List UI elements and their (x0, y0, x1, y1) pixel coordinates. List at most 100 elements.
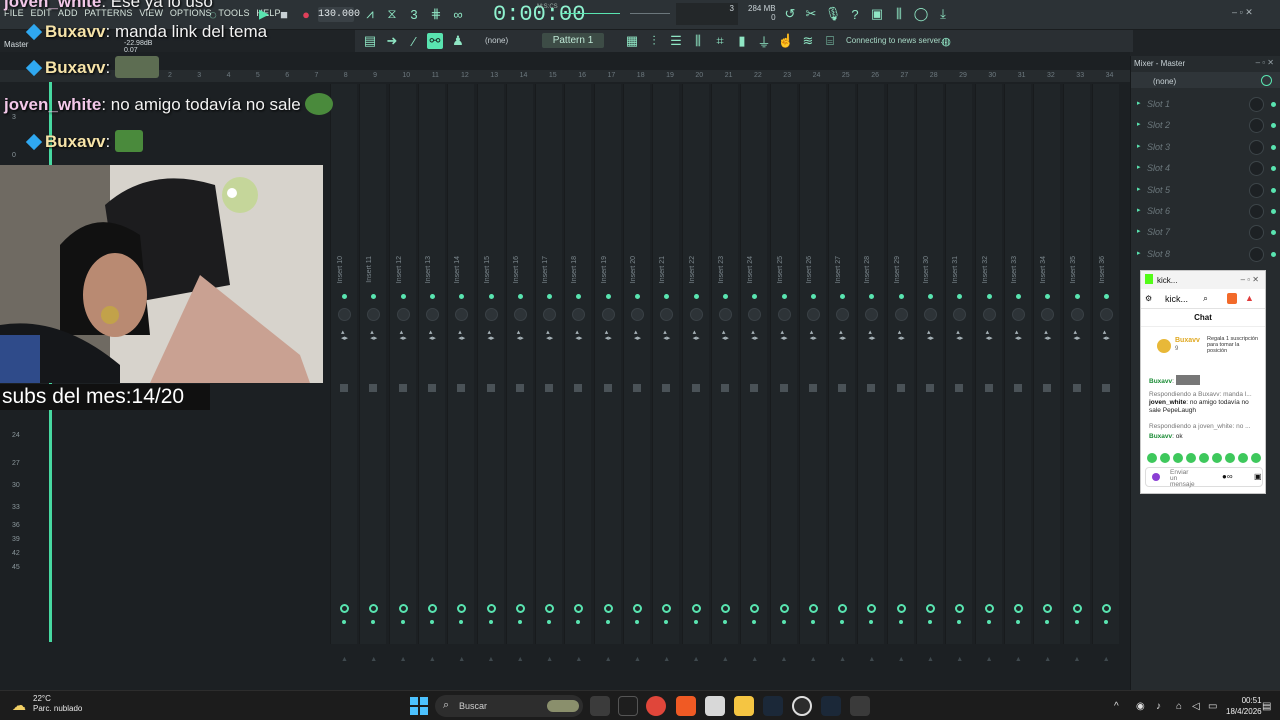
chrome-icon[interactable] (646, 696, 666, 716)
store-icon[interactable] (705, 696, 725, 716)
undo-icon[interactable]: ↺ (782, 6, 798, 22)
route-led[interactable] (342, 620, 346, 624)
route-led[interactable] (664, 620, 669, 624)
route-arrow-icon[interactable]: ▲ (781, 656, 788, 663)
mixer-insert-strip[interactable]: Insert 28 ▴ ◂▸ ▲ (857, 84, 885, 663)
slot-enable-led[interactable] (1271, 230, 1276, 236)
mixer-insert-strip[interactable]: Insert 14 ▴ ◂▸ ▲ (447, 84, 475, 663)
insert-enable-led[interactable] (517, 294, 523, 299)
route-knob[interactable] (691, 604, 701, 613)
insert-enable-led[interactable] (752, 294, 758, 299)
pan-knob[interactable] (367, 308, 381, 321)
insert-enable-led[interactable] (488, 294, 494, 299)
stereo-arrows-icon[interactable]: ▴ ◂▸ (458, 329, 465, 342)
insert-enable-led[interactable] (810, 294, 816, 299)
route-arrow-icon[interactable]: ▲ (663, 656, 670, 663)
epic-games-icon[interactable] (618, 696, 638, 716)
chat-icon[interactable]: ◯ (913, 6, 929, 22)
route-arrow-icon[interactable]: ▲ (1074, 656, 1081, 663)
stereo-arrows-icon[interactable]: ▴ ◂▸ (898, 329, 905, 342)
stereo-arrows-icon[interactable]: ▴ ◂▸ (868, 329, 875, 342)
insert-enable-led[interactable] (635, 294, 640, 299)
route-knob[interactable] (779, 604, 789, 613)
steam-icon[interactable] (821, 696, 841, 716)
insert-enable-led[interactable] (342, 294, 347, 299)
insert-enable-led[interactable] (898, 294, 904, 299)
slot-enable-led[interactable] (1271, 209, 1276, 214)
volume-fader[interactable] (574, 384, 583, 392)
route-led[interactable] (517, 620, 522, 624)
arrow-right-icon[interactable]: ➜ (384, 33, 400, 49)
volume-fader[interactable] (515, 384, 524, 392)
stereo-arrows-icon[interactable]: ▴ ◂▸ (605, 329, 612, 342)
stereo-arrows-icon[interactable]: ▴ ◂▸ (341, 329, 348, 342)
mixer-view-icon[interactable]: ⫼ (690, 33, 706, 49)
route-arrow-icon[interactable]: ▲ (634, 656, 641, 663)
insert-enable-led[interactable] (429, 294, 435, 299)
route-led[interactable] (840, 620, 845, 624)
route-knob[interactable] (838, 604, 848, 613)
file-explorer-icon[interactable] (734, 696, 754, 716)
weather-widget[interactable]: 22°C Parc. nublado (33, 694, 82, 714)
pan-knob[interactable] (924, 308, 937, 321)
volume-fader[interactable] (457, 384, 466, 392)
route-led[interactable] (898, 620, 903, 624)
brave-icon[interactable] (1227, 293, 1237, 304)
route-arrow-icon[interactable]: ▲ (1015, 656, 1022, 663)
pattern-selector[interactable]: Pattern 1 (542, 33, 604, 48)
mixer-insert-strip[interactable]: Insert 16 ▴ ◂▸ ▲ (505, 84, 533, 663)
route-led[interactable] (869, 620, 874, 624)
insert-enable-led[interactable] (869, 294, 875, 299)
emote-icon[interactable] (1147, 453, 1157, 463)
route-arrow-icon[interactable]: ▲ (517, 656, 524, 663)
weather-icon[interactable]: ☁ (12, 697, 26, 714)
pan-knob[interactable] (338, 308, 351, 321)
tempo-display[interactable]: 130.000 (318, 7, 360, 22)
piano-roll-icon[interactable]: ☰ (668, 33, 684, 49)
insert-enable-led[interactable] (693, 294, 699, 299)
slot-mix-knob[interactable] (1249, 139, 1264, 155)
pan-knob[interactable] (543, 308, 557, 321)
volume-fader[interactable] (750, 384, 759, 392)
mixer-insert-strip[interactable]: Insert 15 ▴ ◂▸ ▲ (476, 84, 504, 663)
route-arrow-icon[interactable]: ▲ (1044, 656, 1051, 663)
slot-enable-led[interactable] (1271, 187, 1276, 193)
route-arrow-icon[interactable]: ▲ (693, 656, 700, 663)
pan-knob[interactable] (660, 308, 674, 321)
mixer-insert-strip[interactable]: Insert 18 ▴ ◂▸ ▲ (564, 84, 592, 663)
route-knob[interactable] (808, 604, 818, 613)
record-icon[interactable]: ● (298, 6, 314, 22)
pan-knob[interactable] (806, 308, 820, 321)
slot-mix-knob[interactable] (1249, 161, 1264, 177)
emote-icon[interactable] (1212, 453, 1222, 463)
route-arrow-icon[interactable]: ▲ (839, 656, 846, 663)
slot-arrow-icon[interactable]: ▸ (1137, 227, 1141, 235)
pan-knob[interactable] (396, 308, 410, 321)
route-knob[interactable] (369, 604, 379, 613)
pan-knob[interactable] (631, 308, 644, 321)
route-led[interactable] (400, 620, 405, 624)
route-led[interactable] (547, 620, 552, 624)
kick-message-input[interactable]: Enviar un mensaje ●∞ ▣ (1145, 467, 1263, 488)
slot-arrow-icon[interactable]: ▸ (1137, 99, 1141, 107)
channel-rack-icon[interactable]: ⫶ (646, 33, 662, 49)
fx-slot[interactable]: ▸ Slot 3 (1131, 137, 1280, 157)
plug-icon[interactable]: ⏚ (756, 33, 772, 50)
piano-icon[interactable]: ▤ (362, 33, 378, 49)
volume-fader[interactable] (633, 384, 641, 392)
volume-fader[interactable] (720, 384, 729, 392)
windows-start-icon[interactable] (410, 697, 428, 715)
insert-enable-led[interactable] (1074, 294, 1080, 299)
route-led[interactable] (605, 620, 610, 624)
emote-icon[interactable] (1251, 453, 1261, 463)
mixer-insert-strip[interactable]: Insert 35 ▴ ◂▸ ▲ (1062, 84, 1090, 663)
stereo-arrows-icon[interactable]: ▴ ◂▸ (546, 329, 553, 342)
cart-icon[interactable]: ⌸ (822, 33, 838, 49)
mixer-insert-strip[interactable]: Insert 23 ▴ ◂▸ ▲ (710, 84, 738, 663)
slot-enable-led[interactable] (1271, 251, 1276, 257)
volume-fader[interactable] (662, 384, 671, 392)
route-led[interactable] (576, 620, 581, 624)
slot-enable-led[interactable] (1271, 123, 1276, 129)
volume-fader[interactable] (1072, 384, 1081, 392)
download-icon[interactable]: ⤓ (935, 6, 951, 22)
